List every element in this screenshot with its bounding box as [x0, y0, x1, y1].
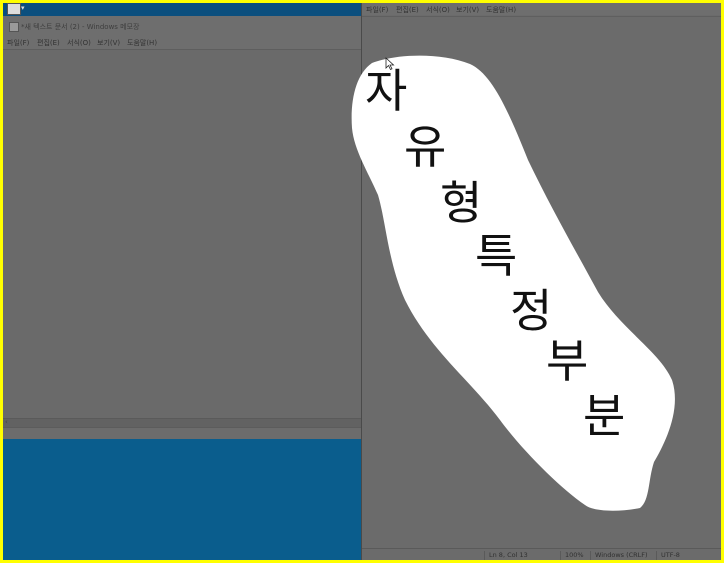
- drawn-char: 정: [510, 284, 553, 338]
- drawn-char: 분: [583, 389, 626, 443]
- drawn-char: 자: [365, 64, 408, 118]
- drawn-char: 특: [475, 229, 518, 283]
- freeform-selection-overlay: [351, 55, 675, 511]
- mouse-cursor-icon: [385, 57, 395, 71]
- drawn-char: 부: [546, 334, 589, 388]
- drawn-char: 유: [404, 120, 447, 174]
- drawn-char: 형: [440, 176, 483, 230]
